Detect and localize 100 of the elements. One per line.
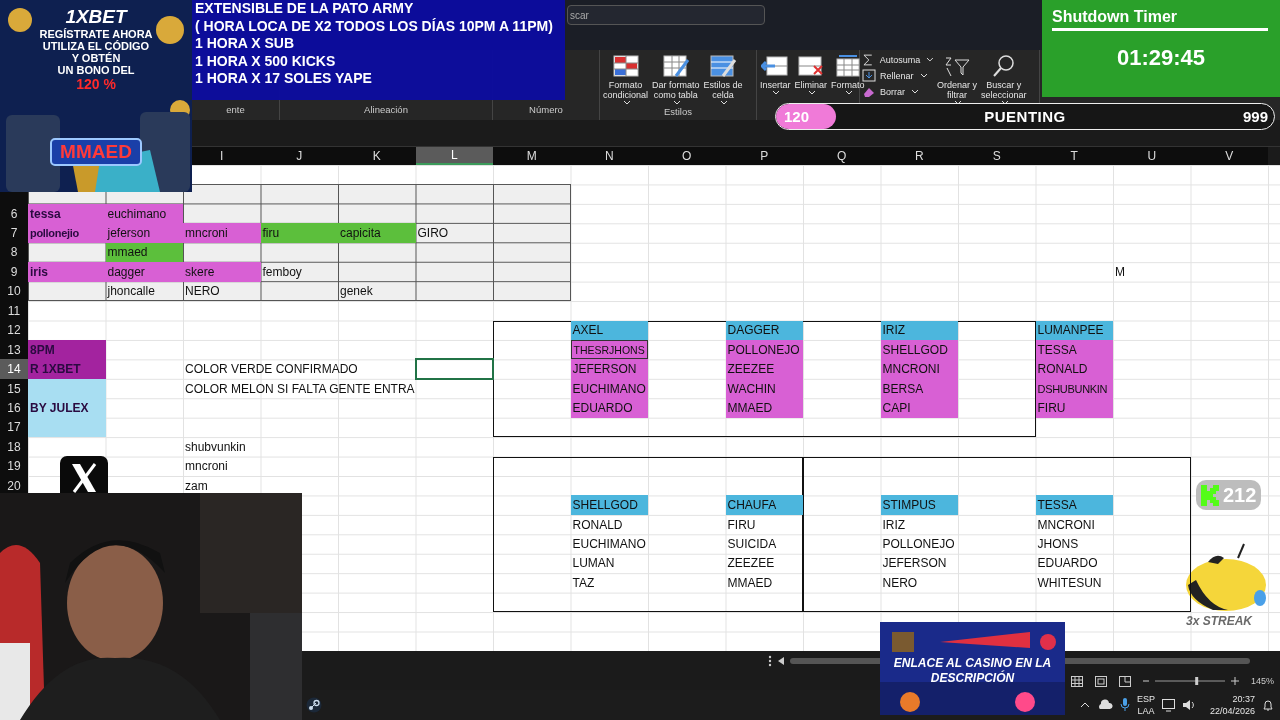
table-cell-text: IRIZ [881, 516, 907, 534]
table-cell: TESSA [1035, 495, 1113, 515]
table-cell: WACHIN [725, 378, 803, 399]
table-cell: capicita [338, 223, 416, 243]
column-header[interactable]: S [958, 147, 1036, 165]
table-cell: EUCHIMANO [570, 378, 648, 399]
table-cell-text: RONALD [571, 516, 624, 534]
column-header[interactable]: N [570, 147, 648, 165]
table-cell-text: WHITESUN [1036, 574, 1103, 592]
column-header[interactable]: M [493, 147, 571, 165]
table-cell: DAGGER [725, 320, 803, 340]
group-label: ente [226, 104, 245, 115]
table-cell: LUMANPEE [1035, 320, 1113, 340]
row-number[interactable]: 13 [0, 339, 28, 360]
row-number[interactable]: 7 [0, 223, 28, 243]
column-header[interactable]: K [338, 147, 416, 165]
table-cell-text: COLOR VERDE CONFIRMADO [184, 361, 359, 379]
row-number[interactable]: 17 [0, 417, 28, 438]
table-cell: MNCRONI [880, 359, 958, 379]
follower-count: 212 [1223, 483, 1257, 507]
table-cell-text: JEFERSON [881, 555, 948, 573]
table-cell: ZEEZEE [725, 359, 803, 379]
clock[interactable]: 20:37 22/04/2026 [1209, 693, 1255, 717]
ribbon-button[interactable]: Eliminar [793, 53, 829, 96]
table-cell: RONALD [1035, 359, 1113, 379]
column-header[interactable]: L [415, 147, 493, 165]
streak-label: 3x STREAK [1186, 614, 1253, 628]
table-cell: 8PM [28, 339, 106, 360]
column-header[interactable]: P [725, 147, 803, 165]
table-cell: jeferson [105, 223, 183, 243]
table-cell-text: GIRO [416, 225, 450, 243]
row-number[interactable]: 8 [0, 242, 28, 263]
table-cell-text: COLOR MELON SI FALTA GENTE ENTRA [184, 380, 416, 398]
table-cell-text: M [1114, 263, 1126, 281]
table-cell-text: EDUARDO [1036, 555, 1099, 573]
table-cell: tessa [28, 203, 106, 224]
column-header[interactable]: T [1035, 147, 1113, 165]
banner-text: 1 HORA X SUB [195, 35, 295, 53]
banner-text: 1 HORA X 500 KICKS [195, 52, 336, 70]
table-cell-text: femboy [261, 263, 303, 281]
table-cell-text: SUICIDA [726, 536, 778, 554]
table-cell: pollonejio [28, 223, 106, 243]
row-number[interactable]: 12 [0, 320, 28, 340]
table-cell: SHELLGOD [570, 495, 648, 515]
table-cell: R 1XBET [28, 359, 106, 379]
table-cell: CAPI [880, 398, 958, 418]
language-indicator[interactable]: ESP LAA [1136, 693, 1155, 717]
table-cell: POLLONEJO [725, 339, 803, 360]
column-header[interactable]: I [183, 147, 261, 165]
column-header[interactable]: R [880, 147, 958, 165]
row-number[interactable]: 9 [0, 262, 28, 282]
ribbon-button[interactable]: Autosuma [862, 53, 934, 66]
banner-text: 1 HORA X 17 SOLES YAPE [195, 70, 372, 88]
goal-title: PUENTING [984, 108, 1066, 125]
ribbon-button[interactable]: Buscar y seleccionar [980, 53, 1028, 106]
row-number[interactable]: 10 [0, 281, 28, 302]
table-cell-text: FIRU [726, 516, 757, 534]
group-label: Número [529, 104, 563, 115]
banner-text: EXTENSIBLE DE LA PATO ARMY [195, 0, 414, 18]
row-number[interactable]: 14 [0, 359, 28, 379]
table-cell-text: zam [184, 477, 209, 495]
table-cell-text: NERO [881, 574, 919, 592]
ribbon-button[interactable]: Dar formato como tabla [651, 53, 701, 106]
row-number[interactable]: 19 [0, 456, 28, 476]
row-number[interactable]: 15 [0, 378, 28, 399]
group-label: Alineación [364, 104, 408, 115]
promo-code: MMAED [50, 138, 142, 166]
ribbon-button[interactable]: Insertar [759, 53, 792, 96]
table-cell-text: MNCRONI [1036, 516, 1096, 534]
ribbon-button[interactable]: Formato condicional [602, 53, 650, 106]
table-cell: BERSA [880, 378, 958, 399]
table-cell: MMAED [725, 398, 803, 418]
column-header[interactable]: O [648, 147, 726, 165]
ribbon-button[interactable]: Ordenar y filtrar [936, 53, 979, 106]
search-field[interactable]: scar [567, 5, 765, 25]
banner-text: ( HORA LOCA DE X2 TODOS LOS DÍAS 10PM A 11PM) [195, 17, 553, 35]
column-header[interactable]: J [260, 147, 338, 165]
table-cell-text: POLLONEJO [881, 536, 956, 554]
table-cell-text: NERO [184, 283, 221, 301]
row-number[interactable]: 18 [0, 437, 28, 457]
row-number[interactable]: 20 [0, 476, 28, 496]
row-number[interactable]: 6 [0, 203, 28, 224]
table-cell-text: ZEEZEE [726, 555, 776, 573]
table-cell: JEFERSON [570, 359, 648, 379]
column-header[interactable]: U [1113, 147, 1191, 165]
table-cell: BY JULEX [28, 398, 106, 418]
group-label: Estilos [664, 106, 692, 117]
casino-promo-text: ENLACE AL CASINO EN LA DESCRIPCIÓN [892, 656, 1053, 686]
column-header[interactable]: V [1190, 147, 1268, 165]
zoom-level: 145% [1250, 676, 1274, 686]
brand-logo: 1XBET [65, 6, 127, 28]
table-cell-text: jhoncalle [106, 283, 156, 301]
goal-current: 120 [784, 108, 810, 125]
column-header[interactable]: Q [803, 147, 881, 165]
table-cell-text: mncroni [184, 458, 229, 476]
table-cell: AXEL [570, 320, 648, 340]
row-number[interactable]: 11 [0, 301, 28, 321]
table-cell: THESRJHONS [570, 339, 648, 360]
row-number[interactable]: 16 [0, 398, 28, 418]
ribbon-button[interactable]: Estilos de celda [702, 53, 744, 106]
